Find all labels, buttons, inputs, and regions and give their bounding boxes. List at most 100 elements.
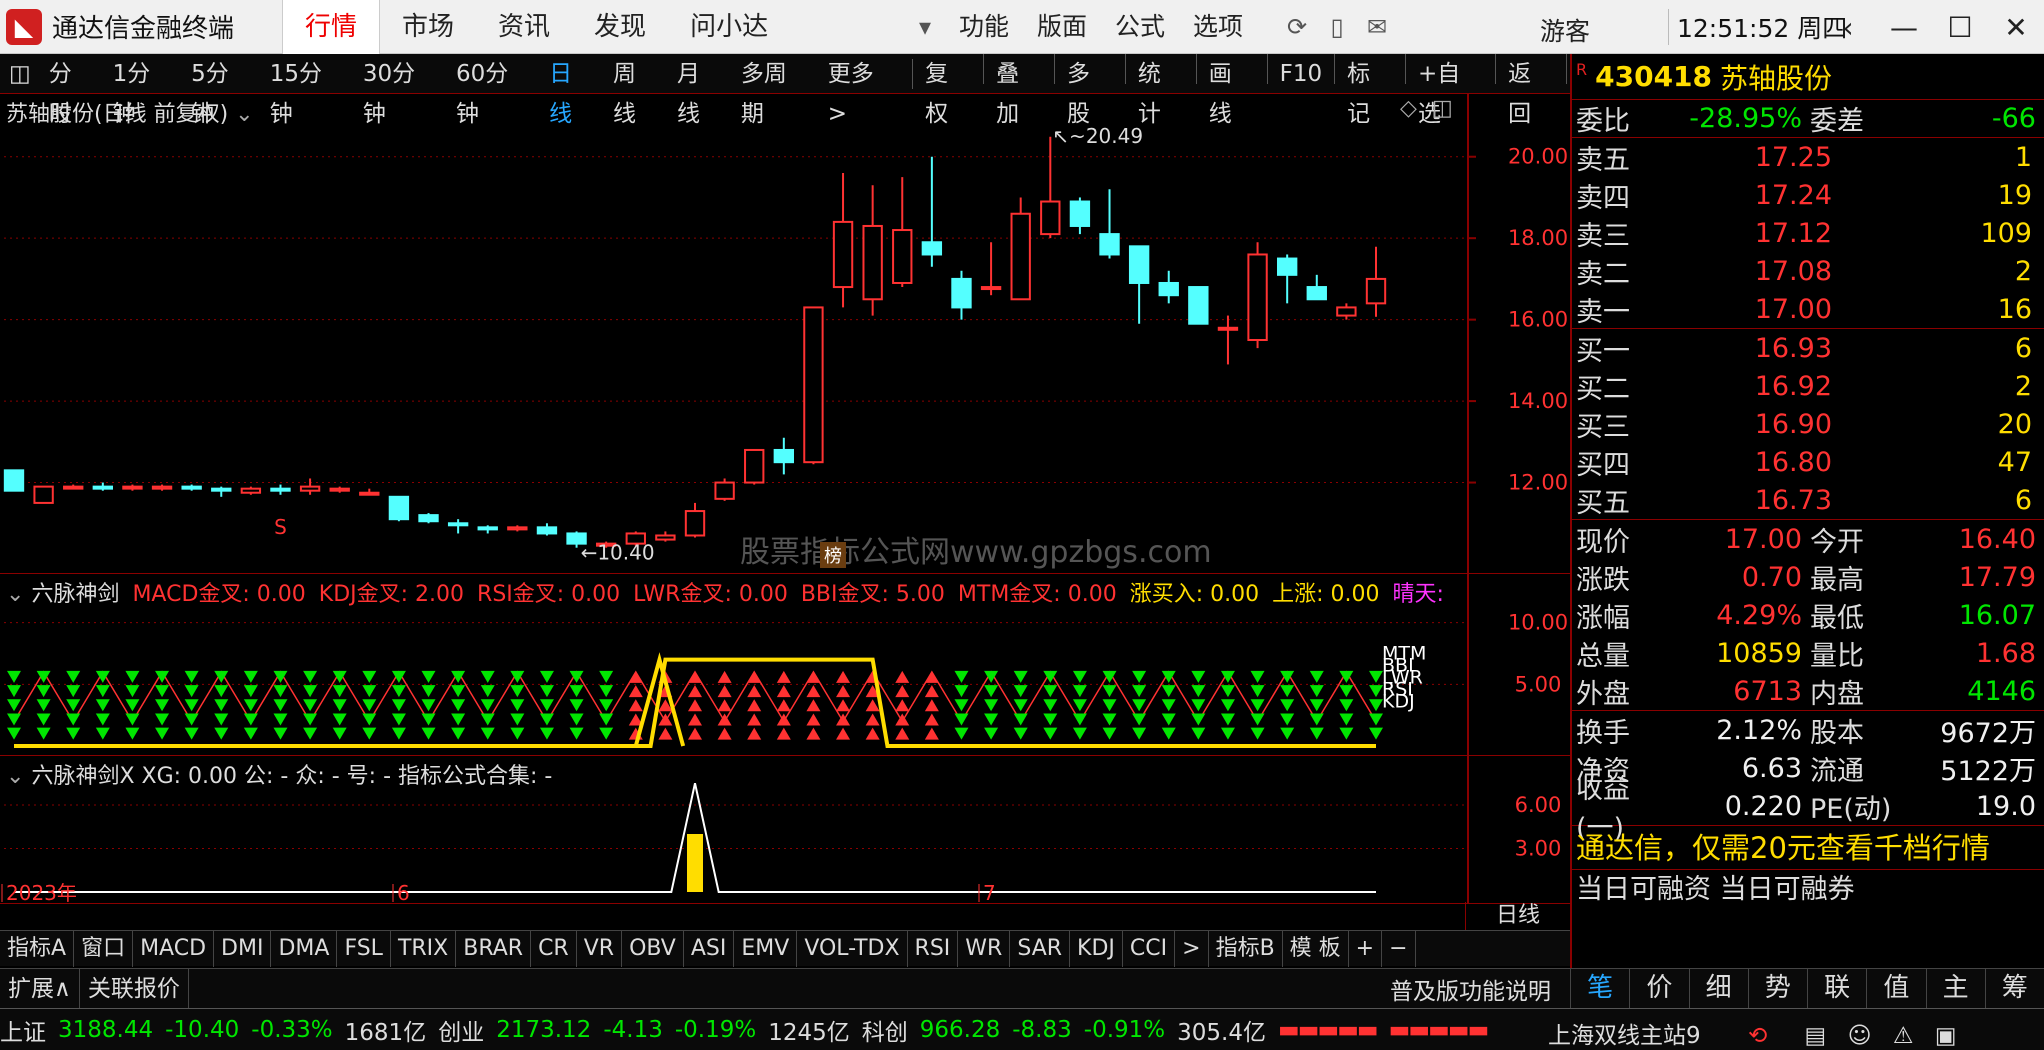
toolbar-button[interactable]: 画线 xyxy=(1200,54,1264,127)
indicator-tab[interactable]: TRIX xyxy=(391,930,457,967)
close-icon[interactable]: ✕ xyxy=(1988,0,2044,54)
phone-icon[interactable]: ▯ xyxy=(1317,0,1357,54)
menu-item[interactable]: 公式 xyxy=(1101,0,1179,54)
period-tab[interactable]: 多周期 xyxy=(732,54,819,127)
period-tab[interactable]: 30分钟 xyxy=(354,54,447,127)
settings-icon[interactable]: ▣ xyxy=(1935,1023,1957,1049)
ext-button[interactable]: 扩展∧ xyxy=(0,968,80,1009)
menu-item[interactable]: 发现 xyxy=(572,0,668,54)
market-breadth-icon[interactable]: ▬▬▬▬▬ xyxy=(1278,1017,1379,1043)
indicator-tab[interactable]: WR xyxy=(958,930,1011,967)
toolbar-button[interactable]: 叠加 xyxy=(987,54,1051,127)
menu-item[interactable]: 版面 xyxy=(1023,0,1101,54)
promo-banner[interactable]: 通达信，仅需20元查看千档行情 xyxy=(1572,826,2044,870)
period-tab[interactable]: 15分钟 xyxy=(261,54,354,127)
indicator-tab[interactable]: 窗口 xyxy=(74,930,134,967)
collapse-icon[interactable]: ⌄ xyxy=(6,582,24,607)
indicator-tab[interactable]: VR xyxy=(577,930,623,967)
toolbar-button[interactable]: 统计 xyxy=(1129,54,1193,127)
menu-item[interactable]: 功能 xyxy=(945,0,1023,54)
sidebar-toggle-icon[interactable]: ◫ xyxy=(0,54,40,94)
period-tab[interactable]: 5分钟 xyxy=(182,54,261,127)
period-tab[interactable]: 分时 xyxy=(40,54,104,127)
candle xyxy=(803,306,824,465)
menu-item[interactable]: 市场 xyxy=(380,0,476,54)
indicator-tab[interactable]: + xyxy=(1349,930,1383,967)
order-label: 买一 xyxy=(1576,335,1630,367)
toolbar-button[interactable]: F10 xyxy=(1271,54,1332,94)
maximize-icon[interactable]: ☐ xyxy=(1932,0,1988,54)
ext-button[interactable]: 关联报价 xyxy=(80,968,189,1009)
right-tab[interactable]: 筹 xyxy=(1984,968,2044,1008)
indicator-tab[interactable]: EMV xyxy=(734,930,798,967)
indicator-tab[interactable]: DMA xyxy=(271,930,338,967)
diamond-icon[interactable]: ◇ xyxy=(1400,96,1417,121)
warning-icon[interactable]: ⚠ xyxy=(1893,1023,1914,1049)
period-tab[interactable]: 1分钟 xyxy=(104,54,183,127)
collapse-icon[interactable]: ⌄ xyxy=(6,764,24,789)
right-tab[interactable]: 细 xyxy=(1688,968,1748,1008)
period-tab[interactable]: 周线 xyxy=(604,54,668,127)
panel-icon[interactable]: ◫ xyxy=(1432,96,1453,121)
server-label[interactable]: 上海双线主站9 ⟲ ▤ ☺ ⚠ ▣ xyxy=(1548,1016,1957,1050)
indicator-tab[interactable]: 指标A xyxy=(0,930,75,967)
chevron-down-icon[interactable]: ▾ xyxy=(905,0,945,54)
minimize-icon[interactable]: — xyxy=(1876,0,1932,54)
toolbar-button[interactable]: 返回 xyxy=(1499,54,1563,127)
dropdown-icon[interactable]: ⌄ xyxy=(235,102,253,127)
period-tab[interactable]: 60分钟 xyxy=(447,54,540,127)
indicator-pane-2[interactable]: 6.00 3.00 2023年 6 7 ⌄ 六脉神剑X XG: 0.00 公: - 众:… xyxy=(0,756,1570,904)
indicator-tab[interactable]: CCI xyxy=(1123,930,1176,967)
indicator-tab[interactable]: KDJ xyxy=(1070,930,1123,967)
period-tab[interactable]: 更多 > xyxy=(819,54,909,127)
right-tab[interactable]: 价 xyxy=(1629,968,1688,1008)
indicator-tab[interactable]: DMI xyxy=(214,930,272,967)
user-label[interactable]: 游客 xyxy=(1540,12,1590,48)
down-arrow-mark xyxy=(480,685,495,698)
period-tab[interactable]: 月线 xyxy=(668,54,732,127)
back-icon[interactable]: ‹ xyxy=(1820,0,1876,54)
toolbar-button[interactable]: 标记 xyxy=(1338,54,1402,127)
indicator-tab[interactable]: ASI xyxy=(684,930,735,967)
candle-body xyxy=(1217,326,1239,331)
menu-item[interactable]: 资讯 xyxy=(476,0,572,54)
toolbar-button[interactable]: +自选 xyxy=(1409,54,1492,127)
indicator-tab[interactable]: RSI xyxy=(908,930,959,967)
right-tab[interactable]: 主 xyxy=(1925,968,1985,1008)
menu-item[interactable]: 选项 xyxy=(1179,0,1257,54)
indicator-tab[interactable]: > xyxy=(1175,930,1209,967)
right-tab[interactable]: 联 xyxy=(1807,968,1866,1008)
toolbar-button[interactable]: 多股 xyxy=(1058,54,1122,127)
doc-icon[interactable]: ▤ xyxy=(1805,1023,1827,1049)
toolbar-button[interactable]: 复权 xyxy=(916,54,980,127)
intro-link[interactable]: 普及版功能说明 xyxy=(1390,972,1551,1006)
menu-item[interactable]: 问小达 xyxy=(668,0,790,54)
indicator-tab[interactable]: 指标B xyxy=(1209,930,1283,967)
indicator-tab[interactable]: CR xyxy=(531,930,577,967)
sync-icon[interactable]: ⟲ xyxy=(1748,1023,1767,1049)
mail-icon[interactable]: ✉ xyxy=(1357,0,1397,54)
period-tab[interactable]: 日线 xyxy=(540,54,604,127)
market-breadth-icon-2[interactable]: ▬▬▬▬▬ xyxy=(1389,1017,1490,1043)
indicator-tab[interactable]: VOL-TDX xyxy=(797,930,908,967)
refresh-icon[interactable]: ⟳ xyxy=(1277,0,1317,54)
right-tab[interactable]: 值 xyxy=(1866,968,1925,1008)
indicator-tab[interactable]: 模 板 xyxy=(1283,930,1349,967)
kline-pane[interactable]: 20.00 18.00 16.00 14.00 12.00 ↖~20.49 ←10.40 S 股… xyxy=(0,94,1570,574)
right-tab[interactable]: 笔 xyxy=(1570,968,1629,1008)
indicator-tab[interactable]: BRAR xyxy=(456,930,532,967)
user-icon[interactable]: ☺ xyxy=(1848,1023,1872,1049)
down-arrow-mark xyxy=(214,713,229,726)
indicator-tab[interactable]: SAR xyxy=(1010,930,1071,967)
indicator-tab[interactable]: FSL xyxy=(337,930,391,967)
indicator-tab[interactable]: MACD xyxy=(133,930,215,967)
right-tab[interactable]: 势 xyxy=(1747,968,1807,1008)
kline-chart[interactable]: 20.00 18.00 16.00 14.00 12.00 ↖~20.49 ←10.40 S 股… xyxy=(0,94,1570,574)
indicator-tab[interactable]: OBV xyxy=(622,930,684,967)
candle xyxy=(714,478,735,501)
menu-item[interactable]: 行情 xyxy=(282,0,381,54)
indicator-tab[interactable]: − xyxy=(1382,930,1416,967)
down-arrow-mark xyxy=(155,685,170,698)
indicator-pane-1[interactable]: 10.00 5.00 MTM BBI LWR RSI KDJ ⌄ 六脉神剑 MACD金叉: … xyxy=(0,574,1570,756)
date-label: 7 xyxy=(983,881,996,904)
